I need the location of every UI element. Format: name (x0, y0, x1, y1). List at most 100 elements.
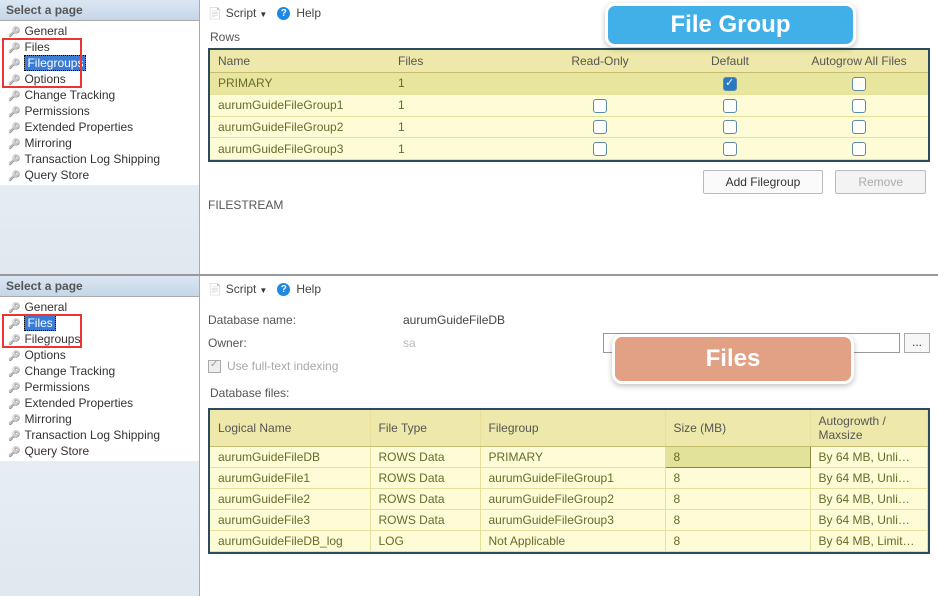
table-row[interactable]: aurumGuideFileGroup21 (210, 116, 928, 138)
sidebar-item[interactable]: Transaction Log Shipping (4, 151, 199, 167)
sidebar-item[interactable]: Filegroups (4, 55, 199, 71)
sidebar-item[interactable]: Files (4, 39, 199, 55)
cell-autogrowth: By 64 MB, Unlimited (810, 489, 928, 510)
sidebar-item-label: General (24, 24, 67, 38)
table-row[interactable]: aurumGuideFileGroup31 (210, 138, 928, 160)
sidebar-item-label: Filegroups (24, 55, 86, 71)
col-files: Files (390, 50, 530, 73)
sidebar-item[interactable]: Permissions (4, 103, 199, 119)
col-autogrow: Autogrow All Files (790, 50, 928, 73)
default-checkbox[interactable] (723, 77, 737, 91)
sidebar-item[interactable]: Options (4, 71, 199, 87)
cell-files: 1 (390, 94, 530, 116)
sidebar-item[interactable]: Files (4, 315, 199, 331)
sidebar-item-label: Permissions (24, 380, 89, 394)
autogrow-checkbox[interactable] (852, 142, 866, 156)
help-button[interactable]: Help (296, 282, 321, 296)
main-panel-2: Files Script ? Help Database name: aurum… (200, 276, 938, 596)
fulltext-checkbox (208, 360, 221, 373)
sidebar-item[interactable]: Query Store (4, 167, 199, 183)
sidebar-item-label: Change Tracking (24, 364, 115, 378)
readonly-checkbox[interactable] (593, 120, 607, 134)
sidebar-item[interactable]: General (4, 299, 199, 315)
help-icon: ? (277, 283, 290, 296)
pane-filegroups: Select a page GeneralFilesFilegroupsOpti… (0, 0, 938, 276)
cell-files: 1 (390, 116, 530, 138)
remove-filegroup-button: Remove (835, 170, 926, 194)
fulltext-label: Use full-text indexing (227, 359, 338, 373)
cell-file-type: LOG (370, 531, 480, 552)
cell-autogrowth: By 64 MB, Limited to (810, 531, 928, 552)
table-row[interactable]: aurumGuideFile1ROWS DataaurumGuideFileGr… (210, 468, 928, 489)
table-row[interactable]: PRIMARY1 (210, 73, 928, 95)
help-icon: ? (277, 7, 290, 20)
sidebar-item-label: Mirroring (24, 412, 71, 426)
sidebar-item[interactable]: Change Tracking (4, 87, 199, 103)
sidebar-item-label: Transaction Log Shipping (24, 152, 160, 166)
sidebar-item[interactable]: Mirroring (4, 135, 199, 151)
sidebar-item[interactable]: Mirroring (4, 411, 199, 427)
sidebar-item[interactable]: Filegroups (4, 331, 199, 347)
sidebar-item[interactable]: Extended Properties (4, 119, 199, 135)
add-filegroup-button[interactable]: Add Filegroup (703, 170, 824, 194)
autogrow-checkbox[interactable] (852, 120, 866, 134)
sidebar-item-label: Query Store (24, 168, 89, 182)
cell-logical-name: aurumGuideFile1 (210, 468, 370, 489)
autogrow-checkbox[interactable] (852, 77, 866, 91)
sidebar-panel-2: Select a page GeneralFilesFilegroupsOpti… (0, 276, 200, 596)
filegroups-tbody: PRIMARY1aurumGuideFileGroup11aurumGuideF… (210, 73, 928, 160)
autogrow-checkbox[interactable] (852, 99, 866, 113)
script-button[interactable]: Script (226, 282, 268, 296)
cell-name: PRIMARY (210, 73, 390, 95)
sidebar-item-label: Filegroups (24, 332, 80, 346)
help-button[interactable]: Help (296, 6, 321, 20)
sidebar-item-label: Options (24, 72, 65, 86)
cell-logical-name: aurumGuideFile2 (210, 489, 370, 510)
table-row[interactable]: aurumGuideFile2ROWS DataaurumGuideFileGr… (210, 489, 928, 510)
filegroups-table: Name Files Read-Only Default Autogrow Al… (208, 48, 930, 162)
sidebar-item-label: Transaction Log Shipping (24, 428, 160, 442)
readonly-checkbox[interactable] (593, 99, 607, 113)
script-icon (208, 282, 222, 296)
table-row[interactable]: aurumGuideFileGroup11 (210, 94, 928, 116)
toolbar-2: Script ? Help (208, 280, 930, 302)
sidebar-item-label: Mirroring (24, 136, 71, 150)
sidebar-item[interactable]: General (4, 23, 199, 39)
cell-autogrow (790, 94, 928, 116)
table-row[interactable]: aurumGuideFileDB_logLOGNot Applicable8By… (210, 531, 928, 552)
sidebar-item[interactable]: Extended Properties (4, 395, 199, 411)
script-button[interactable]: Script (226, 6, 268, 20)
sidebar-item-label: Query Store (24, 444, 89, 458)
default-checkbox[interactable] (723, 142, 737, 156)
cell-filegroup: PRIMARY (480, 447, 665, 468)
default-checkbox[interactable] (723, 120, 737, 134)
dbname-value: aurumGuideFileDB (403, 313, 930, 327)
cell-readonly (530, 73, 670, 95)
dbname-label: Database name: (208, 313, 403, 327)
cell-default (670, 94, 790, 116)
sidebar-item[interactable]: Query Store (4, 443, 199, 459)
sidebar-item-label: Permissions (24, 104, 89, 118)
dbname-row: Database name: aurumGuideFileDB (208, 310, 930, 330)
cell-files: 1 (390, 73, 530, 95)
cell-filegroup: aurumGuideFileGroup1 (480, 468, 665, 489)
cell-size: 8 (665, 531, 810, 552)
sidebar-item[interactable]: Transaction Log Shipping (4, 427, 199, 443)
table-row[interactable]: aurumGuideFile3ROWS DataaurumGuideFileGr… (210, 510, 928, 531)
table-row[interactable]: aurumGuideFileDBROWS DataPRIMARY8By 64 M… (210, 447, 928, 468)
cell-name: aurumGuideFileGroup2 (210, 116, 390, 138)
dbfiles-tbody: aurumGuideFileDBROWS DataPRIMARY8By 64 M… (210, 447, 928, 552)
sidebar-item[interactable]: Change Tracking (4, 363, 199, 379)
owner-label: Owner: (208, 336, 403, 350)
readonly-checkbox[interactable] (593, 142, 607, 156)
sidebar-item[interactable]: Options (4, 347, 199, 363)
owner-browse-button[interactable]: ... (904, 333, 930, 353)
page-root: Select a page GeneralFilesFilegroupsOpti… (0, 0, 938, 597)
sidebar-item[interactable]: Permissions (4, 379, 199, 395)
cell-default (670, 116, 790, 138)
cell-autogrowth: By 64 MB, Unlimited (810, 447, 928, 468)
default-checkbox[interactable] (723, 99, 737, 113)
sidebar-item-label: Files (24, 315, 55, 331)
sidebar-list-1: GeneralFilesFilegroupsOptionsChange Trac… (0, 21, 199, 185)
col-name: Name (210, 50, 390, 73)
